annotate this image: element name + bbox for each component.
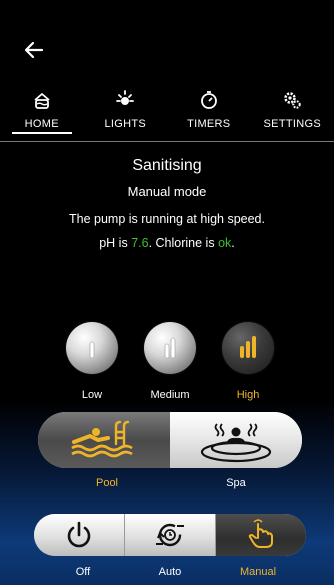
power-icon [67, 521, 91, 548]
tab-timers-label: TIMERS [187, 118, 231, 130]
tab-lights-label: LIGHTS [104, 118, 147, 130]
back-arrow-icon[interactable] [22, 38, 46, 62]
speed-low-button[interactable] [66, 322, 118, 374]
ph-value: 7.6 [131, 236, 149, 250]
speed-medium-icon [164, 337, 176, 359]
light-icon [113, 88, 137, 112]
tab-home-label: HOME [24, 118, 59, 130]
auto-button[interactable] [124, 514, 215, 556]
chemistry-suffix: . [231, 236, 235, 250]
auto-cycle-icon [156, 523, 184, 547]
swimmer-icon [71, 420, 133, 458]
status-mode: Manual mode [127, 184, 207, 199]
speed-medium-button[interactable] [144, 322, 196, 374]
tab-lights[interactable]: LIGHTS [84, 84, 168, 140]
speed-high-button[interactable] [222, 322, 274, 374]
off-label: Off [75, 566, 91, 578]
tab-divider [0, 141, 334, 142]
ph-prefix: pH is [99, 236, 132, 250]
gear-icon [280, 88, 304, 112]
pool-label: Pool [95, 477, 119, 489]
chlorine-value: ok [218, 236, 232, 250]
speed-medium-label: Medium [150, 389, 190, 401]
off-button[interactable] [34, 514, 124, 556]
hand-pointer-icon [248, 519, 273, 548]
chemistry-status: pH is 7.6. Chlorine is ok. [0, 236, 334, 250]
tab-timers[interactable]: TIMERS [167, 84, 251, 140]
spa-button[interactable] [170, 412, 302, 468]
tab-settings[interactable]: SETTINGS [251, 84, 334, 140]
speed-low-icon [89, 341, 95, 359]
control-mode-selector [34, 514, 306, 556]
speed-high-label: High [236, 389, 260, 401]
chlorine-prefix: . Chlorine is [148, 236, 219, 250]
pool-button[interactable] [38, 412, 170, 468]
manual-button[interactable] [215, 514, 306, 556]
speed-low-label: Low [81, 389, 103, 401]
tab-home[interactable]: HOME [0, 84, 84, 140]
top-tab-bar: HOME LIGHTS TIMERS SETTINGS [0, 84, 334, 140]
pump-status: The pump is running at high speed. [69, 212, 265, 226]
speed-high-icon [240, 336, 256, 358]
timer-icon [197, 88, 221, 112]
pool-spa-toggle [38, 412, 302, 468]
pool-home-icon [30, 88, 54, 112]
spa-icon [200, 423, 272, 463]
spa-label: Spa [226, 477, 246, 489]
auto-label: Auto [158, 566, 182, 578]
status-title: Sanitising [132, 157, 202, 174]
tab-settings-label: SETTINGS [263, 118, 321, 130]
manual-label: Manual [239, 566, 277, 578]
